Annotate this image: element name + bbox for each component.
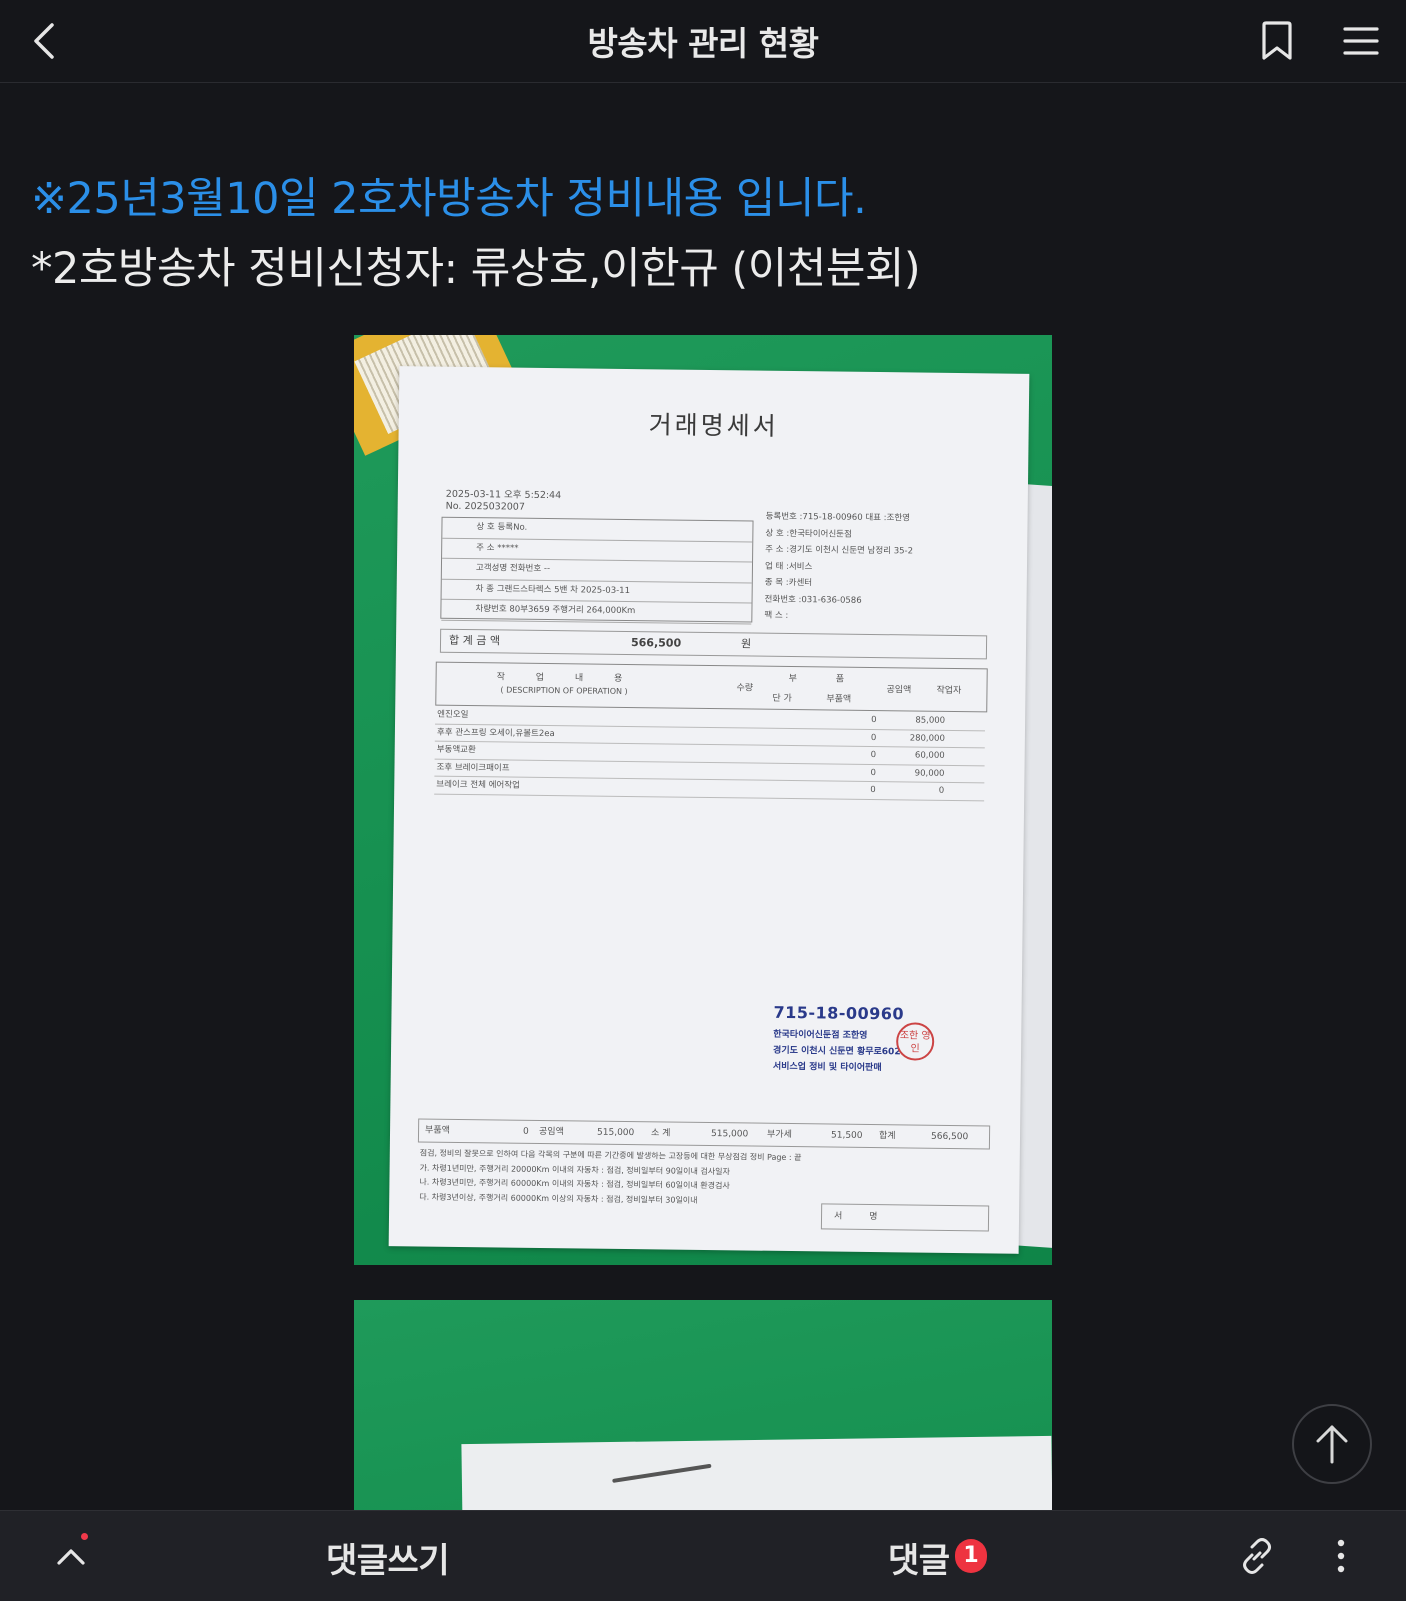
receipt-photo[interactable]: 거래명세서 2025-03-11 오후 5:52:44 No. 20250320… (354, 335, 1052, 1265)
scroll-to-top-button[interactable] (1292, 1404, 1372, 1484)
line-item-price: 0 (938, 785, 945, 796)
bottom-action-bar: 댓글쓰기 댓글 1 (0, 1510, 1406, 1601)
link-icon (1243, 1538, 1271, 1574)
notification-dot (81, 1533, 88, 1540)
line-items: 엔진오일 0 85,000 후후 관스프링 오세이,유볼트2ea 0 280,0… (434, 706, 986, 801)
ops-parts-label: 부 품 (788, 673, 863, 685)
chevron-up-icon (57, 1549, 85, 1565)
supplier-row: 종 목 :카센터 (764, 577, 813, 589)
stamp-line: 서비스업 정비 및 타이어판매 (772, 1061, 882, 1074)
page-title: 방송차 관리 현황 (587, 24, 820, 63)
total-amount: 566,500 (630, 636, 682, 650)
summary-vat-label: 부가세 (766, 1129, 792, 1141)
customer-row: 차량번호 80부3659 주행거리 264,000Km (441, 599, 752, 625)
operations-header: 작 업 내 용 ( DESCRIPTION OF OPERATION ) 수량 … (435, 661, 988, 713)
ops-work-label: 작 업 내 용 (496, 672, 637, 685)
stamp-line: 경기도 이천시 신둔면 황무로602 (773, 1045, 901, 1058)
back-button[interactable] (20, 16, 70, 66)
post-headline: ※25년3월10일 2호차방송차 정비내용 입니다. (31, 174, 867, 224)
second-photo-paper (461, 1435, 1052, 1510)
line-item-price: 280,000 (909, 732, 945, 744)
customer-table: 상 호 등록No. 주 소 ***** 고객성명 전화번호 -- 차 종 그랜드… (440, 516, 754, 625)
more-options-button[interactable] (1316, 1531, 1366, 1581)
receipt-document: 거래명세서 2025-03-11 오후 5:52:44 No. 20250320… (388, 366, 1030, 1254)
summary-labor-label: 공임액 (538, 1126, 564, 1138)
line-item-price: 60,000 (914, 750, 945, 761)
arrow-up-icon (1316, 1425, 1348, 1464)
bookmark-button[interactable] (1252, 16, 1302, 66)
ops-parts-amount-label: 부품액 (826, 694, 852, 705)
total-unit: 원 (740, 637, 752, 651)
signature-box: 서 명 (820, 1203, 990, 1232)
supplier-row: 팩 스 : (764, 610, 789, 621)
stamp-text: 한국타이어신둔점 조한영 경기도 이천시 신둔면 황무로602 서비스업 정비 … (773, 1027, 901, 1077)
ops-worker-label: 작업자 (936, 685, 962, 697)
total-label: 합 계 금 액 (448, 633, 501, 648)
second-photo[interactable] (354, 1300, 1052, 1510)
top-app-bar: 방송차 관리 현황 (0, 0, 1406, 83)
summary-sum: 566,500 (930, 1131, 969, 1143)
ops-work-en-label: ( DESCRIPTION OF OPERATION ) (500, 685, 628, 696)
ops-qty-label: 수량 (736, 683, 754, 694)
ops-unit-price-label: 단 가 (772, 693, 792, 705)
receipt-number: No. 2025032007 (445, 500, 525, 513)
total-amount-row: 합 계 금 액 566,500 원 (439, 628, 988, 660)
post-subline: *2호방송차 정비신청자: 류상호,이한규 (이천분회) (31, 244, 921, 294)
write-comment-button[interactable]: 댓글쓰기 (326, 1533, 450, 1582)
line-item-desc: 조후 브레이크패이프 (436, 762, 510, 774)
summary-subtotal-label: 소 계 (650, 1128, 671, 1139)
chevron-left-icon (34, 23, 54, 59)
line-item-qty: 0 (870, 732, 877, 743)
hamburger-menu-icon (1343, 27, 1379, 55)
bookmark-icon (1262, 21, 1292, 60)
more-vertical-icon (1337, 1539, 1345, 1573)
summary-parts-label: 부품액 (425, 1125, 450, 1136)
line-item-qty: 0 (870, 784, 876, 796)
signature-label: 서 명 (833, 1211, 890, 1223)
line-item-qty: 0 (870, 767, 876, 778)
line-item-desc: 브레이크 전체 에어작업 (436, 779, 520, 791)
stamp-line: 한국타이어신둔점 조한영 (773, 1029, 868, 1041)
comments-button[interactable]: 댓글 (888, 1533, 950, 1582)
red-seal: 조한 영인 (895, 1022, 935, 1061)
supplier-info: 등록번호 :715-18-00960 대표 :조한영 상 호 :한국타이어신둔점… (764, 509, 995, 627)
menu-button[interactable] (1336, 16, 1386, 66)
collapse-button[interactable] (46, 1531, 96, 1581)
stamp-registration-number: 715-18-00960 (773, 1002, 905, 1024)
summary-row: 부품액 0 공임액 515,000 소 계 515,000 부가세 51,500… (417, 1118, 991, 1150)
summary-parts: 0 (522, 1126, 529, 1137)
line-item-desc: 부동액교환 (436, 744, 476, 756)
receipt-title: 거래명세서 (648, 410, 779, 441)
line-item-desc: 엔진오일 (437, 709, 469, 721)
receipt-meta: 2025-03-11 오후 5:52:44 No. 2025032007 (446, 489, 562, 514)
line-item-desc: 후후 관스프링 오세이,유볼트2ea (436, 727, 555, 739)
summary-vat: 51,500 (830, 1130, 863, 1141)
summary-sum-label: 합계 (878, 1131, 896, 1142)
warranty-notes: 점검, 정비의 잘못으로 인하여 다음 각목의 구분에 따른 기간중에 발생하는… (419, 1146, 980, 1211)
line-item-qty: 0 (870, 749, 877, 761)
summary-subtotal: 515,000 (710, 1129, 749, 1140)
line-item-price: 90,000 (914, 768, 945, 779)
comment-count-badge: 1 (955, 1539, 987, 1573)
ops-labor-label: 공임액 (886, 685, 912, 696)
summary-labor: 515,000 (596, 1127, 635, 1139)
supplier-row: 전화번호 :031-636-0586 (764, 594, 862, 606)
copy-link-button[interactable] (1232, 1531, 1282, 1581)
line-item-price: 85,000 (915, 715, 946, 726)
line-item-qty: 0 (871, 714, 877, 726)
